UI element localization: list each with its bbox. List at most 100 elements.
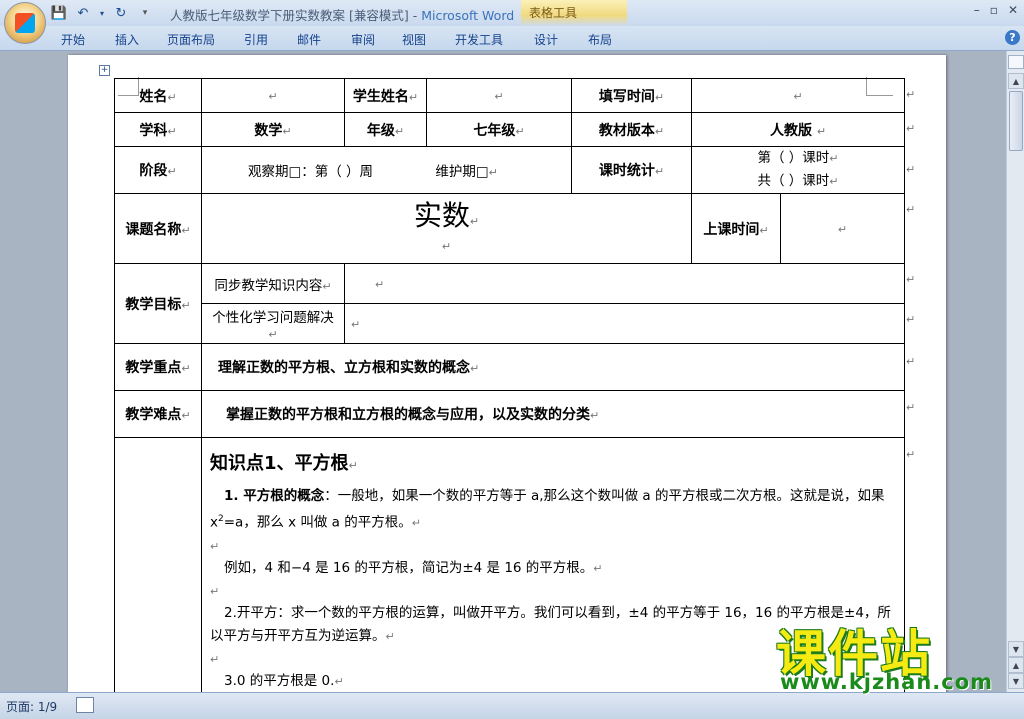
concept-text-b: =a，那么 x 叫做 a 的平方根。 [223,514,412,531]
lesson-count-label-cell[interactable]: 课时统计↵ [571,146,692,194]
page-indicator[interactable]: 页面: 1/9 [6,698,57,715]
stage-value-cell[interactable]: 观察期□：第（ ）周 维护期□↵ [201,146,572,194]
customize-qat-icon[interactable]: ▾ [136,4,154,22]
topic-label-cell[interactable]: 课题名称↵ [114,193,202,264]
lesson-count-line-1: 第（ ）课时↵ [698,147,898,170]
scroll-up-icon[interactable]: ▲ [1008,73,1024,89]
name-value-cell[interactable]: ↵ [201,78,345,113]
next-page-icon[interactable]: ▼ [1008,673,1024,689]
paragraph-mark: ↵ [334,674,344,688]
student-name-value-cell[interactable]: ↵ [426,78,572,113]
topic-value: 实数 [413,199,470,232]
paragraph-mark: ↵ [210,539,220,553]
key-label-cell[interactable]: 教学重点↵ [114,343,202,391]
content-left-cell[interactable] [114,437,202,692]
goal-sub2-cell[interactable]: 个性化学习问题解决↵ [201,303,345,344]
key-value: 理解正数的平方根、立方根和实数的概念 [218,360,470,376]
paragraph-mark: ↵ [654,90,665,104]
fill-time-value-cell[interactable]: ↵ [691,78,905,113]
tab-page-layout[interactable]: 页面布局 [167,31,215,48]
save-icon[interactable]: 💾 [50,4,68,22]
tab-view[interactable]: 视图 [402,31,426,48]
student-name-label: 学生姓名 [352,88,409,105]
goal-sub2-label: 个性化学习问题解决 [212,309,334,326]
grade-value-cell[interactable]: 七年级↵ [426,112,572,147]
textbook-value-cell[interactable]: 人教版 ↵ [691,112,905,147]
class-time-value-cell[interactable]: ↵ [780,193,905,264]
name-label-cell[interactable]: 姓名↵ [114,78,202,113]
office-logo-icon [15,13,35,33]
stage-observe-text: 观察期□：第（ ）周 [248,164,374,180]
paragraph-mark: ↵ [829,152,839,165]
close-button[interactable]: ✕ [1008,3,1018,17]
table-row: 学科↵ 数学↵ 年级↵ 七年级↵ 教材版本↵ 人教版 ↵ [114,112,905,147]
class-time-label-cell[interactable]: 上课时间↵ [691,193,781,264]
tab-mailings[interactable]: 邮件 [297,31,321,48]
stage-maintain-text: 维护期□ [435,164,489,180]
minimize-button[interactable]: – [974,3,980,17]
fill-time-label-cell[interactable]: 填写时间↵ [571,78,692,113]
topic-value-cell[interactable]: 实数↵ ↵ [201,193,692,264]
paragraph-mark: ↵ [829,175,839,188]
tab-developer[interactable]: 开发工具 [455,31,503,48]
table-row: 课题名称↵ 实数↵ ↵ 上课时间↵ ↵ [114,193,905,264]
view-ruler-icon[interactable] [1008,55,1024,69]
restore-button[interactable]: ▫ [990,3,998,17]
ribbon-tabs: 开始 插入 页面布局 引用 邮件 审阅 视图 开发工具 设计 布局 [0,26,1024,51]
document-area[interactable]: + 姓名↵ ↵ 学生姓名↵ ↵ 填写时间↵ ↵ 学科↵ 数学↵ 年级↵ 七年级↵… [0,51,1006,692]
paragraph-mark: ↵ [268,327,278,341]
table-move-handle-icon[interactable]: + [99,65,110,76]
paragraph-mark: ↵ [469,215,480,228]
paragraph-mark: ↵ [759,223,769,237]
lesson-count-value-cell[interactable]: 第（ ）课时↵ 共（ ）课时↵ [691,146,905,194]
textbook-label-cell[interactable]: 教材版本↵ [571,112,692,147]
help-icon[interactable]: ? [1005,30,1020,45]
stage-label: 阶段 [139,163,168,179]
redo-icon[interactable]: ↻ [112,4,130,22]
tab-home[interactable]: 开始 [61,31,85,48]
table-row: 阶段↵ 观察期□：第（ ）周 维护期□↵ 课时统计↵ 第（ ）课时↵ 共（ ）课… [114,146,905,194]
stage-label-cell[interactable]: 阶段↵ [114,146,202,194]
tab-layout[interactable]: 布局 [588,31,612,48]
tab-review[interactable]: 审阅 [351,31,375,48]
row-end-mark: ↵ [906,313,916,326]
previous-page-icon[interactable]: ▲ [1008,657,1024,673]
paragraph-mark: ↵ [488,166,498,179]
lesson-count-text-2: 共（ ）课时 [757,173,830,189]
scroll-thumb[interactable] [1009,91,1023,151]
scroll-down-icon[interactable]: ▼ [1008,641,1024,657]
paragraph-mark: ↵ [181,298,191,312]
subject-value: 数学 [254,122,283,139]
difficulty-label-cell[interactable]: 教学难点↵ [114,390,202,438]
goal-sub1-cell[interactable]: 同步教学知识内容↵ [201,263,345,304]
undo-icon[interactable]: ↶ [74,4,92,22]
concept-heading: 1. 平方根的概念 [224,488,325,504]
paragraph-mark: ↵ [816,124,827,138]
table-row: 姓名↵ ↵ 学生姓名↵ ↵ 填写时间↵ ↵ [114,78,905,113]
grade-label-cell[interactable]: 年级↵ [344,112,427,147]
undo-dropdown-icon[interactable]: ▾ [98,4,106,22]
difficulty-value-cell[interactable]: 掌握正数的平方根和立方根的概念与应用，以及实数的分类↵ [201,390,905,438]
paragraph-mark: ↵ [654,124,665,138]
tab-design[interactable]: 设计 [534,31,558,48]
paragraph-mark: ↵ [210,584,220,598]
goal-label-cell[interactable]: 教学目标↵ [114,263,202,344]
topic-label: 课题名称 [125,221,182,238]
goal-sub1-value-cell[interactable]: ↵ [344,263,905,304]
proofing-icon[interactable] [76,697,94,713]
key-value-cell[interactable]: 理解正数的平方根、立方根和实数的概念↵ [201,343,905,391]
vertical-scrollbar[interactable]: ▲ ▼ ▲ ▼ [1006,51,1024,692]
student-name-label-cell[interactable]: 学生姓名↵ [344,78,427,113]
goal-sub2-value-cell[interactable]: ↵ [344,303,905,344]
tab-references[interactable]: 引用 [244,31,268,48]
app-name: Microsoft Word [421,8,515,23]
table-row: 教学目标↵ 同步教学知识内容↵ ↵ [114,263,905,344]
subject-value-cell[interactable]: 数学↵ [201,112,345,147]
fill-time-label: 填写时间 [598,88,655,105]
subject-label-cell[interactable]: 学科↵ [114,112,202,147]
table-row: 教学重点↵ 理解正数的平方根、立方根和实数的概念↵ [114,343,905,391]
lesson-count-text-1: 第（ ）课时 [757,150,830,166]
document-page[interactable]: + 姓名↵ ↵ 学生姓名↵ ↵ 填写时间↵ ↵ 学科↵ 数学↵ 年级↵ 七年级↵… [68,55,946,692]
tab-insert[interactable]: 插入 [115,31,139,48]
office-button[interactable] [4,2,46,44]
